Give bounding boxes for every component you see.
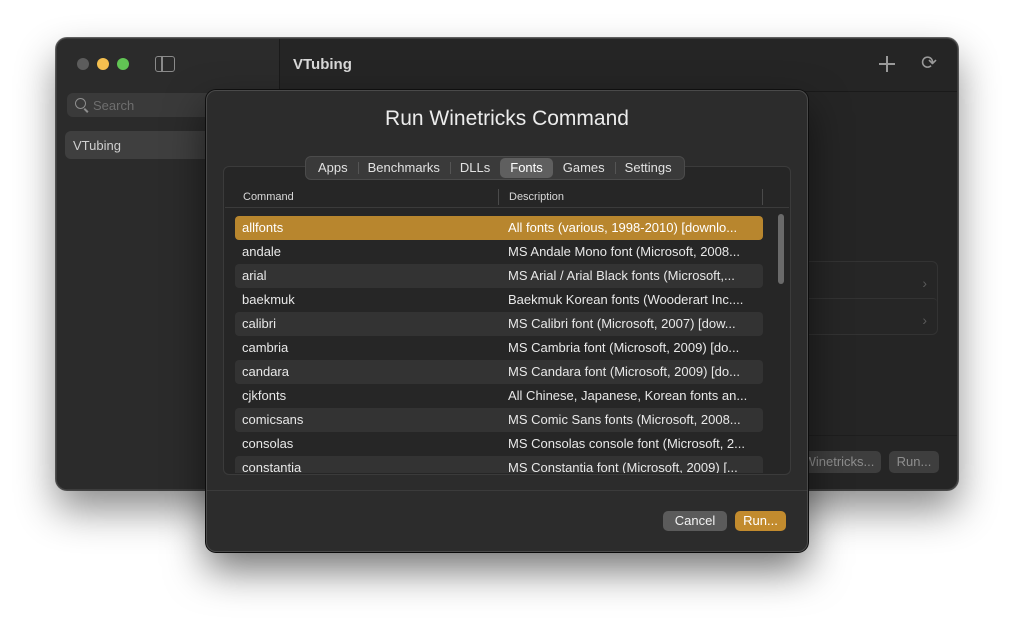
sidebar-toggle-icon[interactable]: [155, 56, 175, 72]
tab-benchmarks[interactable]: Benchmarks: [357, 158, 450, 178]
cell-command: comicsans: [242, 412, 304, 427]
cell-description: All fonts (various, 1998-2010) [downlo..…: [508, 220, 738, 235]
cell-description: MS Andale Mono font (Microsoft, 2008...: [508, 244, 740, 259]
chevron-right-icon: ›: [922, 312, 927, 328]
table-row[interactable]: calibri MS Calibri font (Microsoft, 2007…: [235, 312, 763, 336]
tab-dlls[interactable]: DLLs: [449, 158, 500, 178]
search-icon: [75, 98, 86, 109]
table-row[interactable]: allfonts All fonts (various, 1998-2010) …: [235, 216, 763, 240]
run-button[interactable]: Run...: [735, 511, 786, 531]
table-row[interactable]: baekmuk Baekmuk Korean fonts (Wooderart …: [235, 288, 763, 312]
cell-command: andale: [242, 244, 282, 259]
table-row[interactable]: candara MS Candara font (Microsoft, 2009…: [235, 360, 763, 384]
table-row[interactable]: cjkfonts All Chinese, Japanese, Korean f…: [235, 384, 763, 408]
footer-divider: [207, 490, 807, 491]
window-zoom-button[interactable]: [117, 58, 129, 70]
table-row[interactable]: comicsans MS Comic Sans fonts (Microsoft…: [235, 408, 763, 432]
command-table: allfonts All fonts (various, 1998-2010) …: [235, 216, 763, 473]
cell-command: calibri: [242, 316, 276, 331]
sidebar-item-label: VTubing: [73, 138, 121, 153]
table-header-divider: [225, 207, 789, 208]
column-divider[interactable]: [762, 189, 763, 205]
winetricks-button[interactable]: Winetricks...: [797, 451, 881, 473]
cell-description: MS Candara font (Microsoft, 2009) [do...: [508, 364, 740, 379]
category-tabs: Apps Benchmarks DLLs Fonts Games Setting…: [305, 156, 685, 180]
window-minimize-button[interactable]: [97, 58, 109, 70]
cell-description: MS Constantia font (Microsoft, 2009) [..…: [508, 460, 738, 473]
cell-command: arial: [242, 268, 267, 283]
table-header: Command Description: [227, 186, 767, 208]
window-title: VTubing: [293, 56, 352, 73]
cell-command: constantia: [242, 460, 302, 473]
plus-icon[interactable]: [879, 56, 895, 72]
cell-description: Baekmuk Korean fonts (Wooderart Inc....: [508, 292, 744, 307]
cell-command: consolas: [242, 436, 294, 451]
tab-games[interactable]: Games: [553, 158, 615, 178]
window-close-button[interactable]: [77, 58, 89, 70]
winetricks-dialog: Run Winetricks Command Apps Benchmarks D…: [206, 90, 808, 552]
cell-command: baekmuk: [242, 292, 295, 307]
cell-description: MS Calibri font (Microsoft, 2007) [dow..…: [508, 316, 736, 331]
table-row[interactable]: constantia MS Constantia font (Microsoft…: [235, 456, 763, 473]
tab-fonts[interactable]: Fonts: [500, 158, 553, 178]
list-item[interactable]: ›: [793, 262, 937, 298]
cell-description: MS Cambria font (Microsoft, 2009) [do...: [508, 340, 740, 355]
table-scrollbar[interactable]: [778, 214, 784, 284]
table-row[interactable]: cambria MS Cambria font (Microsoft, 2009…: [235, 336, 763, 360]
table-row[interactable]: consolas MS Consolas console font (Micro…: [235, 432, 763, 456]
cell-description: MS Comic Sans fonts (Microsoft, 2008...: [508, 412, 741, 427]
search-placeholder: Search: [93, 98, 135, 113]
column-header-command[interactable]: Command: [243, 186, 294, 208]
settings-list: › ›: [792, 261, 938, 335]
cell-description: MS Arial / Arial Black fonts (Microsoft,…: [508, 268, 735, 283]
cell-command: allfonts: [242, 220, 284, 235]
list-item[interactable]: ›: [793, 298, 937, 335]
cancel-button[interactable]: Cancel: [663, 511, 727, 531]
run-button[interactable]: Run...: [889, 451, 939, 473]
tab-settings[interactable]: Settings: [614, 158, 682, 178]
cell-command: cjkfonts: [242, 388, 287, 403]
cell-description: All Chinese, Japanese, Korean fonts an..…: [508, 388, 748, 403]
column-header-description[interactable]: Description: [509, 186, 564, 208]
table-row[interactable]: andale MS Andale Mono font (Microsoft, 2…: [235, 240, 763, 264]
refresh-icon[interactable]: ⟳: [919, 54, 939, 74]
tab-apps[interactable]: Apps: [308, 158, 358, 178]
cell-command: cambria: [242, 340, 289, 355]
cell-command: candara: [242, 364, 289, 379]
chevron-right-icon: ›: [922, 275, 927, 291]
table-row[interactable]: arial MS Arial / Arial Black fonts (Micr…: [235, 264, 763, 288]
column-divider[interactable]: [498, 189, 499, 205]
dialog-title: Run Winetricks Command: [385, 107, 629, 130]
cell-description: MS Consolas console font (Microsoft, 2..…: [508, 436, 745, 451]
